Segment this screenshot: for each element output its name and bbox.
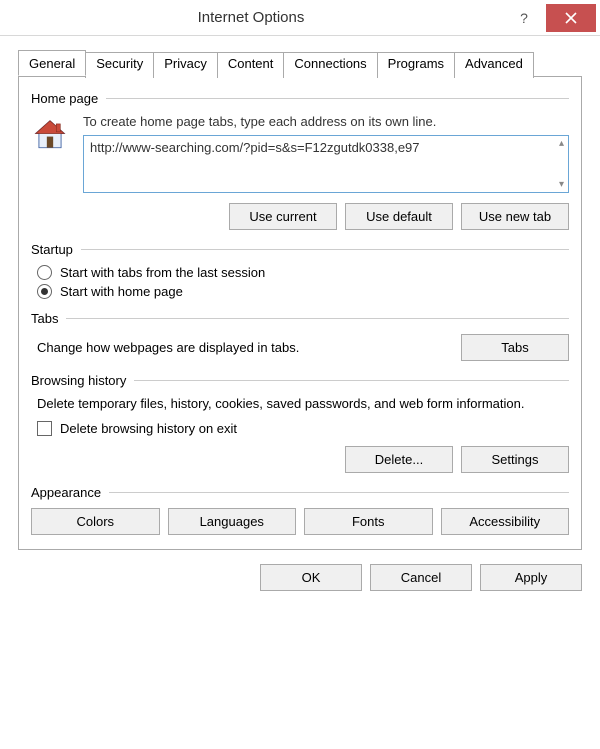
window-title: Internet Options: [0, 9, 502, 26]
checkbox-icon: [37, 421, 52, 436]
startup-home-page-option[interactable]: Start with home page: [37, 284, 569, 299]
tabs-group-title: Tabs: [31, 311, 58, 326]
scroll-up-icon[interactable]: ▴: [559, 138, 564, 149]
startup-group-title: Startup: [31, 242, 73, 257]
appearance-group-title: Appearance: [31, 485, 101, 500]
languages-button[interactable]: Languages: [168, 508, 297, 535]
tabs-button[interactable]: Tabs: [461, 334, 569, 361]
startup-last-label: Start with tabs from the last session: [60, 265, 265, 280]
delete-on-exit-option[interactable]: Delete browsing history on exit: [37, 421, 569, 436]
close-button[interactable]: [546, 4, 596, 32]
tab-content[interactable]: Content: [217, 52, 285, 78]
accessibility-button[interactable]: Accessibility: [441, 508, 570, 535]
delete-button[interactable]: Delete...: [345, 446, 453, 473]
history-group-title: Browsing history: [31, 373, 126, 388]
tab-strip: General Security Privacy Content Connect…: [18, 50, 582, 77]
tab-general[interactable]: General: [18, 50, 86, 76]
history-settings-button[interactable]: Settings: [461, 446, 569, 473]
help-icon[interactable]: ?: [502, 4, 546, 32]
colors-button[interactable]: Colors: [31, 508, 160, 535]
tabs-desc: Change how webpages are displayed in tab…: [37, 340, 445, 355]
apply-button[interactable]: Apply: [480, 564, 582, 591]
titlebar: Internet Options ?: [0, 0, 600, 36]
startup-last-session-option[interactable]: Start with tabs from the last session: [37, 265, 569, 280]
homepage-desc: To create home page tabs, type each addr…: [83, 114, 569, 129]
homepage-url-text: http://www-searching.com/?pid=s&s=F12zgu…: [90, 140, 420, 155]
tab-programs[interactable]: Programs: [377, 52, 455, 78]
radio-icon: [37, 265, 52, 280]
dialog-footer: OK Cancel Apply: [0, 550, 600, 605]
use-new-tab-button[interactable]: Use new tab: [461, 203, 569, 230]
cancel-button[interactable]: Cancel: [370, 564, 472, 591]
startup-home-label: Start with home page: [60, 284, 183, 299]
home-icon: [31, 114, 71, 193]
tab-privacy[interactable]: Privacy: [153, 52, 218, 78]
radio-icon: [37, 284, 52, 299]
use-default-button[interactable]: Use default: [345, 203, 453, 230]
general-panel: Home page To create home page tabs, type…: [18, 77, 582, 550]
homepage-url-input[interactable]: http://www-searching.com/?pid=s&s=F12zgu…: [83, 135, 569, 193]
tab-advanced[interactable]: Advanced: [454, 52, 534, 78]
use-current-button[interactable]: Use current: [229, 203, 337, 230]
delete-on-exit-label: Delete browsing history on exit: [60, 421, 237, 436]
fonts-button[interactable]: Fonts: [304, 508, 433, 535]
tab-connections[interactable]: Connections: [283, 52, 377, 78]
scroll-down-icon[interactable]: ▾: [559, 179, 564, 190]
history-desc: Delete temporary files, history, cookies…: [31, 396, 569, 411]
ok-button[interactable]: OK: [260, 564, 362, 591]
tab-security[interactable]: Security: [85, 52, 154, 78]
homepage-group-title: Home page: [31, 91, 98, 106]
